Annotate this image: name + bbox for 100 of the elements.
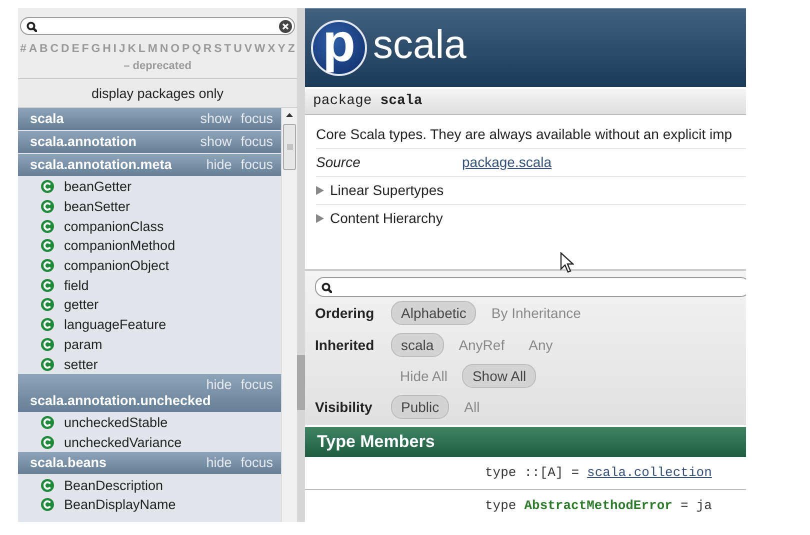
grip-icon <box>286 144 292 150</box>
filter-option[interactable]: Public <box>391 395 450 419</box>
focus-link[interactable]: focus <box>240 376 273 393</box>
class-link[interactable]: beanSetter <box>64 199 130 214</box>
filter-label: Ordering <box>315 305 376 321</box>
filter-option[interactable]: Alphabetic <box>391 301 476 325</box>
section-header: Type Members <box>305 427 746 457</box>
index-letter-link[interactable]: F <box>82 43 89 55</box>
search-field[interactable] <box>20 17 295 35</box>
page-title: scala <box>373 25 466 69</box>
index-letter-link[interactable]: D <box>60 43 70 55</box>
package-name[interactable]: scala <box>30 111 200 127</box>
logo-badge: p <box>311 20 367 76</box>
equals-sign: = <box>680 497 688 515</box>
search-field[interactable] <box>315 277 746 297</box>
type-target: ja <box>696 497 712 515</box>
filter-option[interactable]: By Inheritance <box>482 302 590 324</box>
package-name[interactable]: scala.annotation <box>30 134 200 150</box>
class-icon <box>41 416 54 430</box>
filter-option[interactable]: Any <box>520 334 562 356</box>
index-letter-link[interactable]: B <box>40 43 48 55</box>
toggle-link[interactable]: hide <box>206 376 232 393</box>
class-link[interactable]: beanGetter <box>64 179 132 194</box>
search-icon <box>26 20 37 32</box>
class-link[interactable]: companionClass <box>64 218 164 234</box>
index-letter-link[interactable]: I <box>113 43 116 55</box>
class-icon <box>41 478 54 492</box>
index-letter-link[interactable]: E <box>72 43 80 55</box>
class-link[interactable]: uncheckedStable <box>64 415 168 430</box>
source-link[interactable]: package.scala <box>462 154 552 170</box>
expander[interactable]: Linear Supertypes <box>316 177 746 205</box>
type-name: AbstractMethodError <box>524 497 672 515</box>
package-name[interactable]: scala.annotation.meta <box>30 157 206 173</box>
class-icon <box>41 180 54 194</box>
class-link[interactable]: BeanDisplayName <box>64 497 176 512</box>
index-letter-link[interactable]: P <box>182 43 190 55</box>
index-letter-link[interactable]: L <box>138 43 146 55</box>
type-link[interactable]: scala.collection <box>587 457 712 489</box>
class-link[interactable]: uncheckedVariance <box>64 434 182 450</box>
class-link[interactable]: languageFeature <box>64 317 166 332</box>
class-icon <box>41 200 54 214</box>
description-text: Core Scala types. They are always available without an explicit imp <box>316 121 746 149</box>
index-letter-link[interactable]: R <box>203 43 212 55</box>
scrollbar[interactable] <box>297 8 305 522</box>
type-name: ::[A] <box>524 464 564 482</box>
toggle-link[interactable]: hide <box>206 157 232 173</box>
class-link[interactable]: BeanDescription <box>64 478 164 493</box>
index-letter-link[interactable]: # <box>20 43 26 55</box>
class-icon <box>41 220 54 233</box>
display-packages-link[interactable]: display packages only <box>18 79 297 108</box>
index-letter-link[interactable]: A <box>28 43 38 55</box>
class-link[interactable]: getter <box>64 297 99 312</box>
index-letter-link[interactable]: J <box>118 43 126 55</box>
index-letter-link[interactable]: G <box>91 43 100 55</box>
class-link[interactable]: companionMethod <box>64 238 176 254</box>
index-letter-link[interactable]: Z <box>288 43 295 55</box>
scrollbar-thumb[interactable] <box>283 124 296 170</box>
package-name[interactable]: scala.beans <box>30 455 206 472</box>
focus-link[interactable]: focus <box>240 455 273 472</box>
index-letter-link[interactable]: M <box>148 43 158 55</box>
deprecated-link[interactable]: – deprecated <box>124 60 192 72</box>
focus-link[interactable]: focus <box>240 134 273 150</box>
index-letter-link[interactable]: S <box>214 43 222 55</box>
filter-option[interactable]: Hide All <box>391 365 456 387</box>
class-link[interactable]: field <box>64 278 89 293</box>
index-letter-link[interactable]: V <box>244 43 252 55</box>
class-link[interactable]: param <box>64 336 102 352</box>
index-letter-link[interactable]: Q <box>192 43 201 55</box>
toggle-link[interactable]: show <box>200 111 232 127</box>
filter-option[interactable]: scala <box>391 333 444 357</box>
up-arrow-icon <box>286 113 293 117</box>
class-icon <box>41 436 54 449</box>
filter-option[interactable]: AnyRef <box>450 334 514 356</box>
focus-link[interactable]: focus <box>240 111 273 127</box>
scrollbar[interactable] <box>281 108 297 522</box>
index-letter-link[interactable]: W <box>254 43 266 55</box>
index-letter-link[interactable]: K <box>128 43 136 55</box>
toggle-link[interactable]: hide <box>206 455 232 472</box>
index-letter-link[interactable]: H <box>102 43 111 55</box>
expander[interactable]: Content Hierarchy <box>316 205 746 232</box>
index-letter-link[interactable]: X <box>268 43 276 55</box>
package-name[interactable]: scala.annotation.unchecked <box>30 392 273 409</box>
index-letter-link[interactable]: T <box>224 43 232 55</box>
filter-option[interactable]: All <box>455 396 489 418</box>
class-link[interactable]: setter <box>64 356 98 372</box>
class-icon <box>41 239 54 252</box>
class-icon <box>41 259 54 272</box>
class-link[interactable]: companionObject <box>64 258 170 274</box>
index-letter-link[interactable]: Y <box>278 43 286 55</box>
scrollbar-thumb[interactable] <box>297 355 305 410</box>
index-letter-link[interactable]: N <box>160 43 168 55</box>
index-letter-link[interactable]: C <box>50 43 59 55</box>
class-icon <box>41 338 54 351</box>
focus-link[interactable]: focus <box>240 157 273 173</box>
filter-option[interactable]: Show All <box>462 364 536 388</box>
index-letter-link[interactable]: O <box>170 43 180 55</box>
toggle-link[interactable]: show <box>200 134 232 150</box>
index-letter-link[interactable]: U <box>234 43 242 55</box>
clear-icon <box>279 20 292 32</box>
equals-sign: = <box>571 464 580 482</box>
